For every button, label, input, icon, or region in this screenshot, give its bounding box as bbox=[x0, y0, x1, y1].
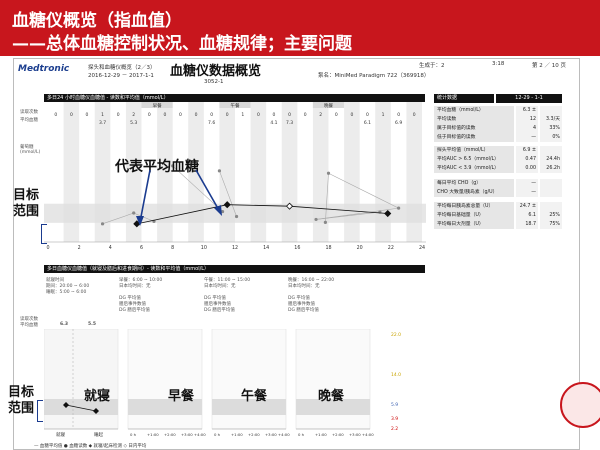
target-bracket-bottom bbox=[37, 400, 43, 422]
meal-label-bedtime: 就寝 bbox=[84, 389, 111, 404]
annotation-target-top: 目标 范围 bbox=[13, 188, 40, 219]
annotation-target-bottom: 目标 范围 bbox=[8, 385, 35, 416]
slide: 血糖仪概览（指血值） ——总体血糖控制状况、血糖规律；主要问题 Medtroni… bbox=[0, 0, 600, 450]
annotation-arrows bbox=[136, 169, 222, 226]
target-bracket-top bbox=[41, 224, 47, 244]
meal-label-lunch: 午餐 bbox=[241, 389, 268, 404]
meal-label-breakfast: 早餐 bbox=[168, 389, 195, 404]
university-seal-icon bbox=[560, 382, 600, 428]
meal-label-dinner: 晚餐 bbox=[318, 389, 345, 404]
